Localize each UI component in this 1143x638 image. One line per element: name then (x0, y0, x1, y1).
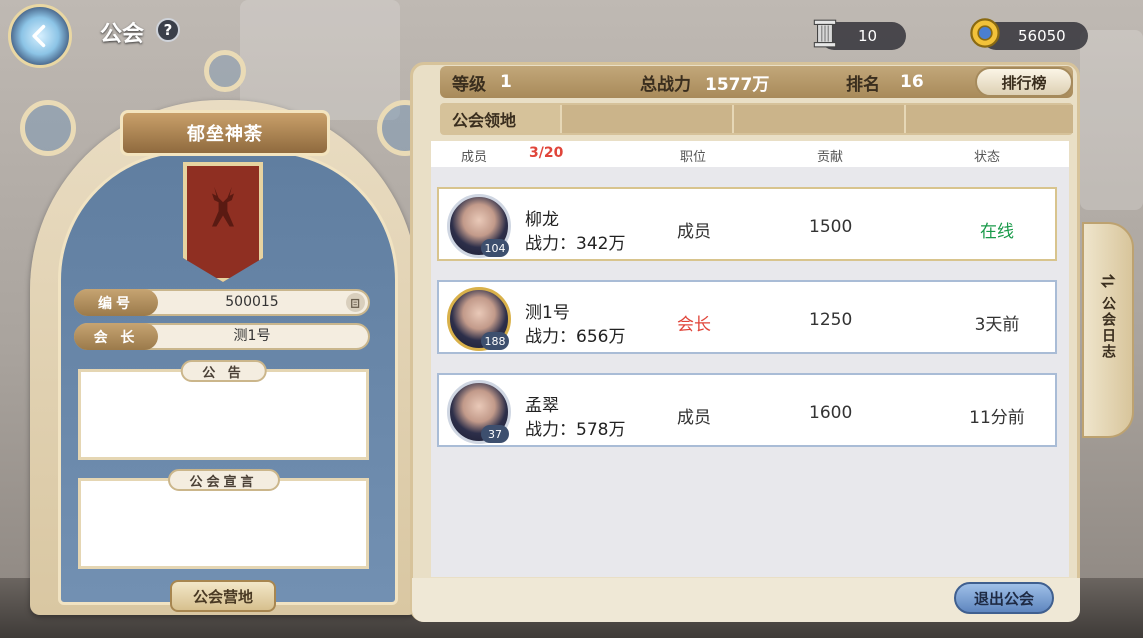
quit-guild-button[interactable]: 退出公会 (954, 582, 1054, 614)
member-contribution: 1250 (809, 310, 853, 330)
decor-wheel-top (204, 50, 246, 92)
member-role: 成员 (677, 222, 711, 242)
member-name: 测1号 (525, 303, 570, 323)
member-contribution: 1600 (809, 403, 853, 423)
territory-slot-3 (904, 105, 1073, 133)
swap-arrows-icon (1100, 274, 1116, 288)
gold-resource-value: 56050 (1018, 27, 1066, 45)
guild-name-plate: 郁垒神荼 (120, 110, 330, 156)
copy-icon[interactable] (346, 293, 365, 312)
guild-log-tab[interactable]: 公会日志 (1082, 222, 1134, 438)
header-position: 职位 (680, 150, 707, 165)
guild-rank-label: 排名 (846, 74, 880, 95)
member-role: 会长 (677, 315, 711, 335)
guild-declaration-box[interactable]: 公会宣言 (78, 469, 369, 569)
guild-level: 等级 1 (452, 66, 512, 98)
guild-territory-label: 公会领地 (452, 111, 517, 130)
member-row[interactable]: 37 孟翠 战力：578万 成员 1600 11分前 (437, 373, 1057, 447)
guild-id-tag: 编号 (74, 289, 158, 316)
territory-slot-2 (732, 105, 904, 133)
guild-total-power: 总战力 1577万 (640, 66, 769, 98)
guild-name: 郁垒神荼 (187, 124, 263, 145)
leaderboard-button[interactable]: 排行榜 (975, 67, 1073, 97)
territory-slot-1 (560, 105, 732, 133)
guild-rank-value: 16 (900, 72, 924, 92)
member-row[interactable]: 104 柳龙 战力：342万 成员 1500 在线 (437, 187, 1057, 261)
header-member: 成员 (461, 150, 488, 165)
member-row[interactable]: 188 测1号 战力：656万 会长 1250 3天前 (437, 280, 1057, 354)
member-power: 战力：656万 (525, 327, 626, 347)
guild-rank: 排名 16 (846, 66, 924, 98)
member-name: 孟翠 (525, 396, 559, 416)
back-arrow-icon (32, 24, 46, 48)
guild-log-label: 公会日志 (1100, 296, 1116, 360)
guild-leader-row: 会 长 测1号 (74, 323, 370, 350)
pillar-resource-value: 10 (858, 27, 878, 45)
member-list[interactable]: 成员 3/20 职位 贡献 状态 104 柳龙 战力：342万 成员 1500 … (431, 141, 1069, 577)
background-arch-right (1080, 30, 1143, 210)
header-contribution: 贡献 (817, 150, 844, 165)
guild-total-power-value: 1577万 (705, 74, 770, 95)
back-button[interactable] (8, 4, 72, 68)
page-title: 公会 (100, 22, 145, 47)
avatar-level: 37 (481, 425, 509, 443)
member-contribution: 1500 (809, 217, 853, 237)
guild-id-row: 编号 500015 (74, 289, 370, 316)
guild-level-value: 1 (500, 72, 512, 92)
stag-emblem-icon (212, 186, 234, 227)
guild-camp-button[interactable]: 公会营地 (170, 580, 276, 612)
gold-coin-icon (966, 14, 1004, 52)
guild-territory-bar[interactable]: 公会领地 (440, 103, 1073, 135)
member-power: 战力：342万 (525, 234, 626, 254)
member-power: 战力：578万 (525, 420, 626, 440)
guild-leader-value: 测1号 (233, 328, 271, 344)
avatar-level: 188 (481, 332, 509, 350)
guild-declaration-label: 公会宣言 (167, 469, 280, 491)
guild-level-label: 等级 (452, 74, 486, 95)
guild-notice-label: 公 告 (180, 360, 267, 382)
decor-wheel-left (20, 100, 76, 156)
member-role: 成员 (677, 408, 711, 428)
guild-leader-tag: 会 长 (74, 323, 158, 350)
avatar-level: 104 (481, 239, 509, 257)
header-status: 状态 (974, 150, 1001, 165)
header-member-count: 3/20 (529, 145, 564, 161)
guild-emblem-banner (183, 162, 263, 282)
member-status: 在线 (980, 222, 1014, 242)
member-name: 柳龙 (525, 210, 559, 230)
member-list-header: 成员 3/20 职位 贡献 状态 (431, 141, 1069, 167)
guild-id-value: 500015 (225, 294, 279, 310)
member-status: 3天前 (974, 315, 1020, 335)
guild-total-power-label: 总战力 (640, 74, 691, 95)
help-icon[interactable]: ? (156, 18, 180, 42)
guild-notice-box[interactable]: 公 告 (78, 360, 369, 460)
pillar-icon (806, 14, 844, 52)
member-status: 11分前 (969, 408, 1025, 428)
background-arch-left (240, 0, 400, 120)
